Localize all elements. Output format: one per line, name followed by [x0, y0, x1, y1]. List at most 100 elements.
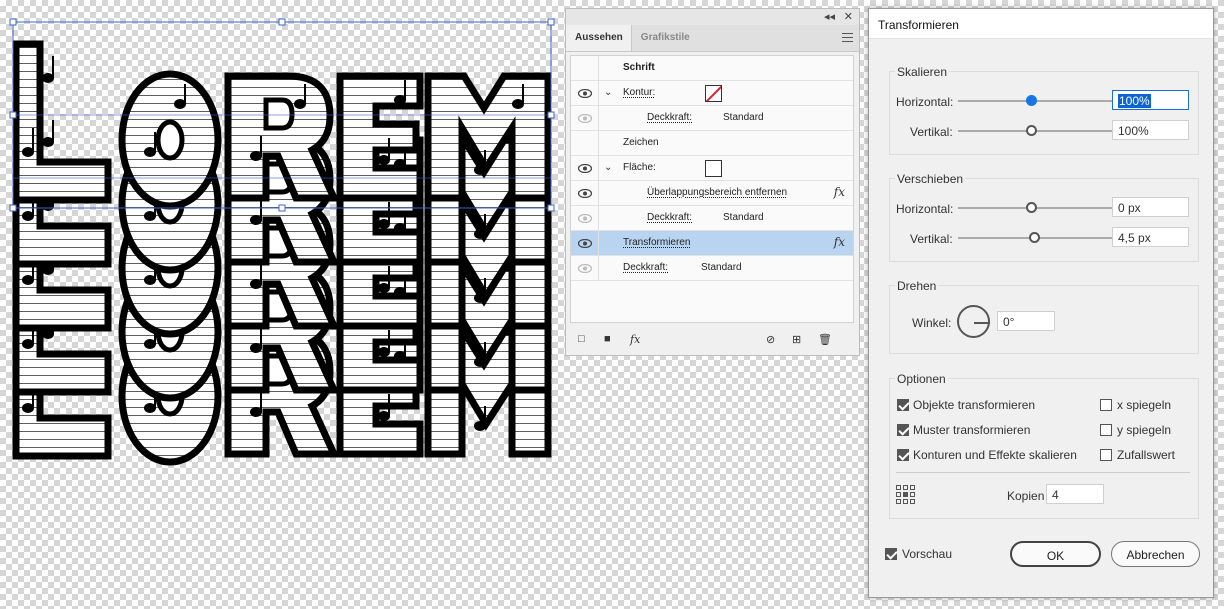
- preview-checkbox[interactable]: [885, 548, 897, 560]
- collapse-panel-icon[interactable]: ◂◂: [824, 10, 835, 23]
- row-value: Standard: [723, 212, 764, 223]
- canvas-artwork[interactable]: [0, 0, 560, 470]
- eye-icon[interactable]: [578, 114, 592, 123]
- group-title: Verschieben: [895, 172, 966, 186]
- eye-icon[interactable]: [578, 164, 592, 173]
- eye-icon[interactable]: [578, 239, 592, 248]
- panel-footer: □ ■ fx ⊘ ⊞ 🗑: [566, 325, 859, 355]
- panel-menu-icon[interactable]: [842, 33, 853, 42]
- new-stroke-icon[interactable]: □: [578, 333, 585, 345]
- row-label[interactable]: Fläche:: [623, 162, 656, 173]
- ok-button[interactable]: OK: [1010, 541, 1101, 567]
- appearance-row-deckkraft[interactable]: Deckkraft: Standard: [571, 106, 853, 131]
- reflect-y-label[interactable]: y spiegeln: [1117, 423, 1171, 437]
- patterns-label[interactable]: Muster transformieren: [913, 423, 1030, 437]
- reflect-x-checkbox[interactable]: [1100, 399, 1112, 411]
- copies-input[interactable]: 4: [1046, 484, 1104, 504]
- row-label: Zeichen: [623, 137, 659, 148]
- chevron-down-icon[interactable]: ⌄: [604, 162, 612, 173]
- move-vertical-input[interactable]: 4,5 px: [1112, 227, 1189, 247]
- new-fill-icon[interactable]: ■: [604, 333, 611, 345]
- row-label[interactable]: Deckkraft:: [623, 262, 668, 273]
- appearance-panel: ◂◂ ✕ Aussehen Grafikstile Schrift ⌄ Kont…: [565, 8, 860, 356]
- move-horizontal-input[interactable]: 0 px: [1112, 197, 1189, 217]
- eye-icon[interactable]: [578, 189, 592, 198]
- angle-dial-icon[interactable]: [957, 305, 990, 338]
- reflect-y-checkbox[interactable]: [1100, 424, 1112, 436]
- row-label[interactable]: Kontur:: [623, 87, 655, 98]
- scale-vertical-input[interactable]: 100%: [1112, 120, 1189, 140]
- close-panel-icon[interactable]: ✕: [844, 10, 853, 23]
- appearance-row-zeichen[interactable]: Zeichen: [571, 131, 853, 156]
- angle-input[interactable]: 0°: [997, 311, 1055, 331]
- cancel-button[interactable]: Abbrechen: [1111, 541, 1200, 567]
- tab-aussehen[interactable]: Aussehen: [566, 25, 632, 51]
- clear-appearance-icon[interactable]: ⊘: [766, 333, 775, 346]
- scale-vertical-slider[interactable]: [958, 130, 1116, 132]
- group-verschieben: Verschieben Horizontal: 0 px Vertikal: 4…: [889, 172, 1199, 262]
- slider-knob[interactable]: [1026, 125, 1037, 136]
- objects-label[interactable]: Objekte transformieren: [913, 398, 1035, 412]
- add-effect-icon[interactable]: fx: [630, 333, 640, 346]
- appearance-row-schrift[interactable]: Schrift: [571, 56, 853, 81]
- scale-strokes-label[interactable]: Konturen und Effekte skalieren: [913, 448, 1077, 462]
- eye-icon[interactable]: [578, 89, 592, 98]
- preview-label[interactable]: Vorschau: [902, 547, 952, 561]
- trash-icon[interactable]: 🗑: [818, 333, 832, 346]
- row-label[interactable]: Überlappungsbereich entfernen: [647, 187, 787, 198]
- appearance-list: Schrift ⌄ Kontur: Deckkraft: Standard Ze…: [570, 55, 854, 323]
- move-horizontal-label: Horizontal:: [896, 202, 954, 216]
- appearance-row-deckkraft[interactable]: Deckkraft: Standard: [571, 206, 853, 231]
- group-title: Optionen: [895, 372, 948, 386]
- appearance-row-pathfinder[interactable]: Überlappungsbereich entfernen fx: [571, 181, 853, 206]
- group-title: Drehen: [895, 279, 939, 293]
- row-label[interactable]: Deckkraft:: [647, 212, 692, 223]
- row-divider: [598, 156, 599, 181]
- row-label[interactable]: Transformieren: [623, 237, 690, 248]
- row-value: Standard: [723, 112, 764, 123]
- reference-point-icon[interactable]: [896, 485, 915, 504]
- scale-strokes-checkbox[interactable]: [897, 449, 909, 461]
- random-checkbox[interactable]: [1100, 449, 1112, 461]
- appearance-row-flaeche[interactable]: ⌄ Fläche:: [571, 156, 853, 181]
- eye-icon[interactable]: [578, 264, 592, 273]
- appearance-row-transformieren[interactable]: Transformieren fx: [571, 231, 853, 256]
- duplicate-item-icon[interactable]: ⊞: [792, 333, 801, 346]
- objects-checkbox[interactable]: [897, 399, 909, 411]
- copies-label: Kopien: [1007, 489, 1045, 503]
- eye-icon[interactable]: [578, 214, 592, 223]
- row-divider: [598, 81, 599, 106]
- fx-icon[interactable]: fx: [834, 235, 845, 249]
- row-divider: [598, 231, 599, 256]
- row-label: Schrift: [623, 62, 655, 73]
- random-label[interactable]: Zufallswert: [1117, 448, 1175, 462]
- fill-swatch[interactable]: [705, 160, 722, 177]
- row-label[interactable]: Deckkraft:: [647, 112, 692, 123]
- move-vertical-label: Vertikal:: [910, 232, 953, 246]
- patterns-checkbox[interactable]: [897, 424, 909, 436]
- scale-horizontal-input[interactable]: 100%: [1112, 90, 1189, 110]
- appearance-row-deckkraft[interactable]: Deckkraft: Standard: [571, 256, 853, 281]
- stroke-swatch[interactable]: [705, 85, 722, 102]
- tab-grafikstile[interactable]: Grafikstile: [632, 25, 698, 51]
- angle-label: Winkel:: [912, 316, 952, 330]
- row-divider: [598, 181, 599, 206]
- slider-knob[interactable]: [1029, 232, 1040, 243]
- panel-titlebar: ◂◂ ✕: [566, 9, 859, 25]
- row-divider: [598, 56, 599, 81]
- fx-icon[interactable]: fx: [834, 185, 845, 199]
- lorem-artwork: [9, 18, 555, 470]
- group-title: Skalieren: [895, 65, 950, 79]
- group-drehen: Drehen Winkel: 0°: [889, 279, 1199, 354]
- scale-horizontal-label: Horizontal:: [896, 95, 954, 109]
- slider-knob[interactable]: [1026, 202, 1037, 213]
- scale-vertical-label: Vertikal:: [910, 125, 953, 139]
- slider-knob[interactable]: [1026, 95, 1037, 106]
- chevron-down-icon[interactable]: ⌄: [604, 87, 612, 98]
- scale-horizontal-slider[interactable]: [958, 100, 1116, 102]
- move-horizontal-slider[interactable]: [958, 207, 1116, 209]
- dialog-title: Transformieren: [869, 9, 1213, 39]
- appearance-row-kontur[interactable]: ⌄ Kontur:: [571, 81, 853, 106]
- group-skalieren: Skalieren Horizontal: 100% Vertikal: 100…: [889, 65, 1199, 155]
- reflect-x-label[interactable]: x spiegeln: [1117, 398, 1171, 412]
